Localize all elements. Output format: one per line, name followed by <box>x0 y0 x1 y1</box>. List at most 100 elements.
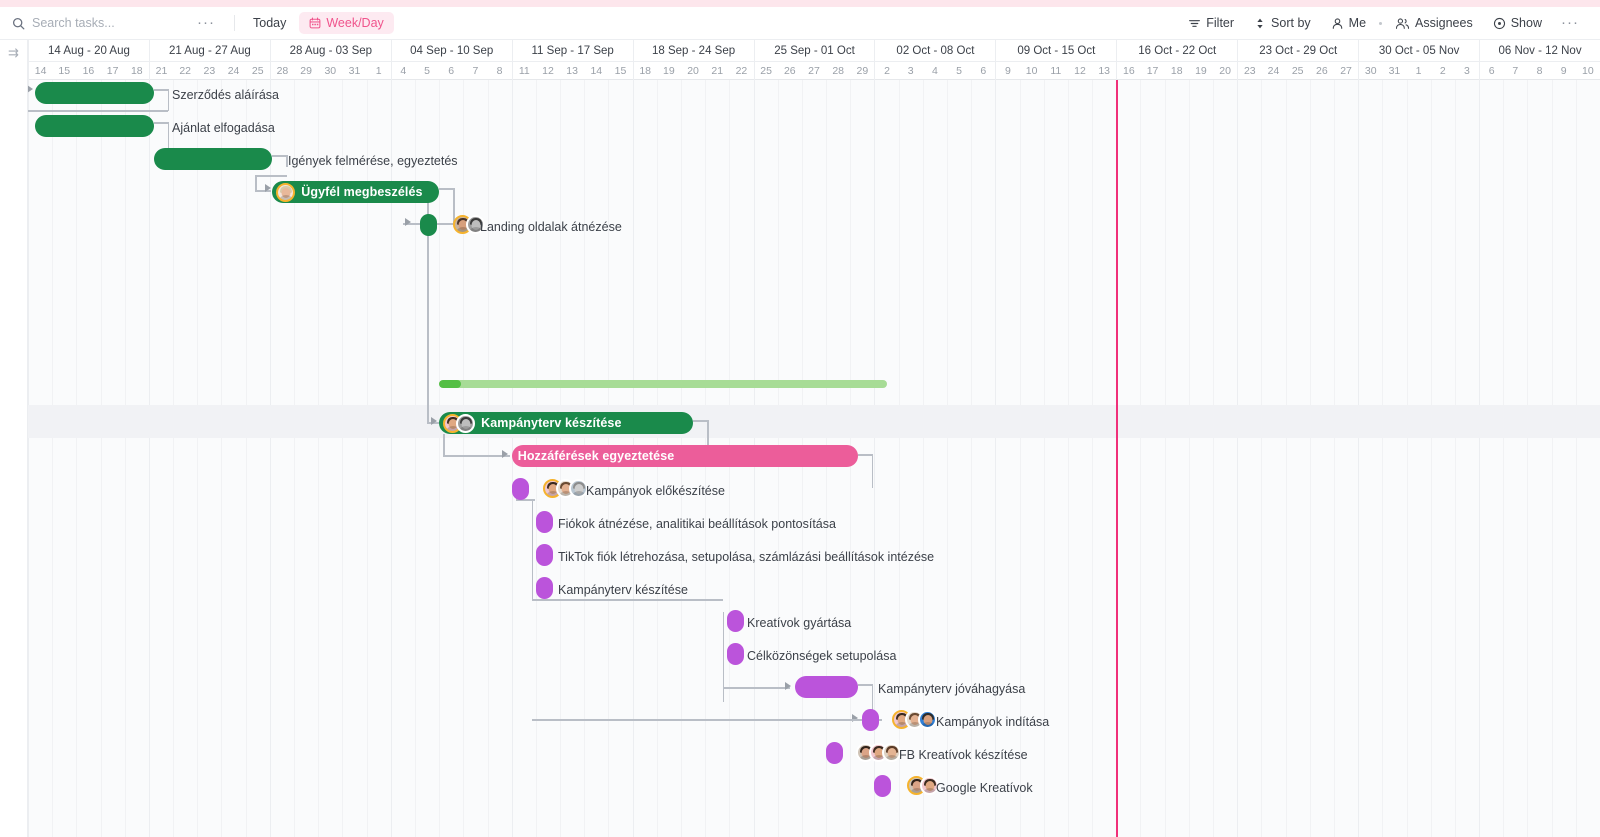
day-header-cell[interactable]: 2 <box>874 62 898 80</box>
day-header-cell[interactable]: 23 <box>1237 62 1261 80</box>
row-avatar-group[interactable] <box>892 710 937 729</box>
day-header-cell[interactable]: 30 <box>318 62 342 80</box>
day-header-cell[interactable]: 18 <box>125 62 149 80</box>
me-filter-button[interactable]: Me <box>1322 11 1375 35</box>
toolbar-overflow-button[interactable]: ··· <box>1553 15 1587 30</box>
gantt-bar[interactable] <box>153 148 273 170</box>
day-header-cell[interactable]: 24 <box>221 62 245 80</box>
gantt-bar[interactable] <box>862 709 880 731</box>
day-header-cell[interactable]: 17 <box>101 62 125 80</box>
day-header-cell[interactable]: 5 <box>415 62 439 80</box>
gantt-task-label[interactable]: Szerződés aláírása <box>172 89 279 102</box>
day-header-cell[interactable]: 8 <box>1527 62 1551 80</box>
day-header-cell[interactable]: 28 <box>269 62 294 80</box>
day-header-cell[interactable]: 17 <box>1140 62 1164 80</box>
day-header-cell[interactable]: 15 <box>52 62 76 80</box>
day-header-cell[interactable]: 31 <box>1382 62 1406 80</box>
day-header-cell[interactable]: 11 <box>1044 62 1068 80</box>
day-header-cell[interactable]: 18 <box>1165 62 1189 80</box>
today-button[interactable]: Today <box>244 12 295 34</box>
day-header-cell[interactable]: 7 <box>463 62 487 80</box>
gantt-task-label[interactable]: Kampányterv készítése <box>558 584 688 597</box>
gantt-task-label[interactable]: Kreatívok gyártása <box>747 617 851 630</box>
day-header-cell[interactable]: 15 <box>608 62 632 80</box>
gantt-bar[interactable] <box>726 610 744 632</box>
day-header-cell[interactable]: 13 <box>560 62 584 80</box>
day-header-cell[interactable]: 13 <box>1092 62 1116 80</box>
day-header-cell[interactable]: 12 <box>1068 62 1092 80</box>
day-header-cell[interactable]: 24 <box>1261 62 1285 80</box>
day-header-cell[interactable]: 6 <box>971 62 995 80</box>
day-header-cell[interactable]: 20 <box>681 62 705 80</box>
day-header-cell[interactable]: 1 <box>1407 62 1431 80</box>
day-header-cell[interactable]: 14 <box>584 62 608 80</box>
day-header-cell[interactable]: 25 <box>1286 62 1310 80</box>
day-header-cell[interactable]: 6 <box>439 62 463 80</box>
view-mode-chip[interactable]: Week/Day <box>299 12 394 34</box>
bar-avatar-group[interactable] <box>276 182 296 202</box>
gantt-task-label[interactable]: Kampányok indítása <box>936 716 1049 729</box>
gantt-bar[interactable] <box>535 544 553 566</box>
day-header-cell[interactable]: 3 <box>1455 62 1479 80</box>
gantt-bar[interactable] <box>794 676 858 698</box>
gantt-bar[interactable]: Ügyfél megbeszélés <box>272 181 440 203</box>
row-avatar-group[interactable] <box>907 776 939 795</box>
day-header-cell[interactable]: 9 <box>1552 62 1576 80</box>
show-button[interactable]: Show <box>1484 11 1551 35</box>
gantt-bar[interactable]: Hozzáférések egyeztetése <box>511 445 858 467</box>
gantt-task-label[interactable]: Fiókok átnézése, analitikai beállítások … <box>558 518 836 531</box>
gantt-task-label[interactable]: Célközönségek setupolása <box>747 650 896 663</box>
gantt-bar[interactable] <box>511 478 529 500</box>
day-header-cell[interactable]: 4 <box>923 62 947 80</box>
avatar[interactable] <box>276 182 296 202</box>
gantt-bar[interactable] <box>535 511 553 533</box>
day-header-cell[interactable]: 26 <box>1310 62 1334 80</box>
gantt-task-label[interactable]: Google Kreatívok <box>936 782 1033 795</box>
day-header-cell[interactable]: 30 <box>1358 62 1382 80</box>
sort-button[interactable]: Sort by <box>1245 11 1320 35</box>
filter-button[interactable]: Filter <box>1179 11 1243 35</box>
day-header-cell[interactable]: 12 <box>536 62 560 80</box>
gantt-bar[interactable] <box>35 115 154 137</box>
expand-icon[interactable]: ⇉ <box>8 46 19 59</box>
day-header-cell[interactable]: 16 <box>76 62 100 80</box>
day-header-cell[interactable]: 19 <box>1189 62 1213 80</box>
day-header-cell[interactable]: 4 <box>390 62 415 80</box>
day-header-cell[interactable]: 29 <box>850 62 874 80</box>
day-header-cell[interactable]: 22 <box>729 62 753 80</box>
day-header-cell[interactable]: 10 <box>1020 62 1044 80</box>
day-header-cell[interactable]: 28 <box>826 62 850 80</box>
gantt-task-label[interactable]: Kampányok előkészítése <box>586 485 725 498</box>
gantt-bar[interactable] <box>535 577 553 599</box>
avatar[interactable] <box>456 413 476 433</box>
gantt-task-label[interactable]: Kampányterv jóváhagyása <box>878 683 1025 696</box>
gantt-task-label[interactable]: TikTok fiók létrehozása, setupolása, szá… <box>558 551 934 564</box>
gantt-canvas[interactable]: Szerződés aláírása Ajánlat elfogadása Igén… <box>0 80 1600 837</box>
day-header-cell[interactable]: 1 <box>367 62 391 80</box>
gantt-bar[interactable] <box>419 214 437 236</box>
day-header-cell[interactable]: 7 <box>1503 62 1527 80</box>
day-header-cell[interactable]: 27 <box>1334 62 1358 80</box>
day-header-cell[interactable]: 11 <box>511 62 536 80</box>
day-header-cell[interactable]: 29 <box>294 62 318 80</box>
gantt-bar[interactable] <box>874 775 892 797</box>
day-header-cell[interactable]: 16 <box>1116 62 1140 80</box>
gantt-bar[interactable]: Kampányterv készítése <box>439 412 694 434</box>
gantt-bar[interactable] <box>826 742 843 764</box>
search-box[interactable] <box>12 16 187 30</box>
day-header-cell[interactable]: 23 <box>197 62 221 80</box>
day-header-cell[interactable]: 31 <box>342 62 366 80</box>
day-header-cell[interactable]: 14 <box>28 62 52 80</box>
gantt-bar[interactable] <box>35 82 154 104</box>
day-header-cell[interactable]: 18 <box>632 62 657 80</box>
summary-progress-bar[interactable] <box>439 380 887 388</box>
assignees-button[interactable]: Assignees <box>1386 11 1482 35</box>
day-header-cell[interactable]: 9 <box>995 62 1019 80</box>
row-avatar-group[interactable] <box>543 479 588 498</box>
day-header-cell[interactable]: 6 <box>1479 62 1503 80</box>
gantt-bar[interactable] <box>726 643 744 665</box>
day-header-cell[interactable]: 21 <box>705 62 729 80</box>
day-header-cell[interactable]: 3 <box>899 62 923 80</box>
day-header-cell[interactable]: 22 <box>173 62 197 80</box>
row-avatar-group[interactable] <box>856 743 901 762</box>
